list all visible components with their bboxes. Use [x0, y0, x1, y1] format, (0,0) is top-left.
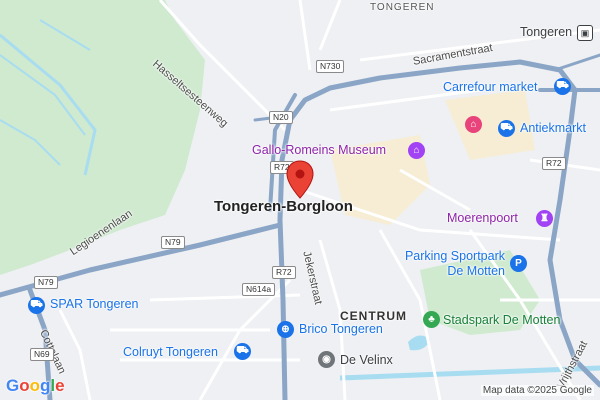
road-shield-n730: N730: [316, 60, 345, 73]
road-shield-n20: N20: [269, 111, 293, 124]
area-label-tongeren: TONGEREN: [370, 2, 435, 13]
location-pin-icon[interactable]: [286, 160, 314, 200]
road-shield-n69: N69: [30, 348, 54, 361]
castle-icon[interactable]: ♜: [536, 210, 553, 227]
poi-moerenpoort-label[interactable]: Moerenpoort: [447, 211, 518, 225]
tree-icon[interactable]: ♣: [423, 311, 440, 328]
poi-parking-label[interactable]: Parking Sportpark De Motten: [393, 249, 505, 279]
city-label: Tongeren-Borgloon: [214, 198, 353, 215]
road-shield-n79: N79: [161, 236, 185, 249]
poi-brico-label[interactable]: Brico Tongeren: [299, 322, 383, 336]
cart-icon[interactable]: ⛟: [28, 297, 45, 314]
museum-icon[interactable]: ⌂: [408, 142, 425, 159]
poi-colruyt-label[interactable]: Colruyt Tongeren: [123, 345, 218, 359]
poi-museum-label[interactable]: Gallo-Romeins Museum: [252, 143, 386, 157]
train-station-icon[interactable]: ▣: [577, 25, 593, 41]
station-label[interactable]: Tongeren: [520, 25, 572, 39]
poi-spar-label[interactable]: SPAR Tongeren: [50, 297, 138, 311]
venue-icon[interactable]: ◉: [318, 351, 335, 368]
map-attribution[interactable]: Map data ©2025 Google: [480, 385, 594, 396]
road-shield-n614a: N614a: [242, 283, 276, 296]
cart-icon[interactable]: ⛟: [554, 78, 571, 95]
poi-antiekmarkt-label[interactable]: Antiekmarkt: [520, 121, 586, 135]
map-canvas[interactable]: Hasseltsesteenweg Sacramentstraat Legioe…: [0, 0, 600, 400]
road-shield-n79: N79: [34, 276, 58, 289]
cart-icon[interactable]: ⛟: [234, 343, 251, 360]
road-shield-r72: R72: [272, 266, 296, 279]
district-label: CENTRUM: [340, 309, 407, 323]
cart-icon[interactable]: ⛟: [498, 120, 515, 137]
poi-stadspark-label[interactable]: Stadspark De Motten: [443, 313, 560, 327]
road-shield-r72: R72: [542, 157, 566, 170]
poi-carrefour-label[interactable]: Carrefour market: [443, 80, 537, 94]
hotel-icon[interactable]: ⌂: [465, 116, 482, 133]
google-logo: Google: [6, 376, 65, 395]
lock-icon[interactable]: ⊕: [277, 321, 294, 338]
parking-icon[interactable]: P: [510, 255, 527, 272]
poi-velinx-label[interactable]: De Velinx: [340, 353, 393, 367]
